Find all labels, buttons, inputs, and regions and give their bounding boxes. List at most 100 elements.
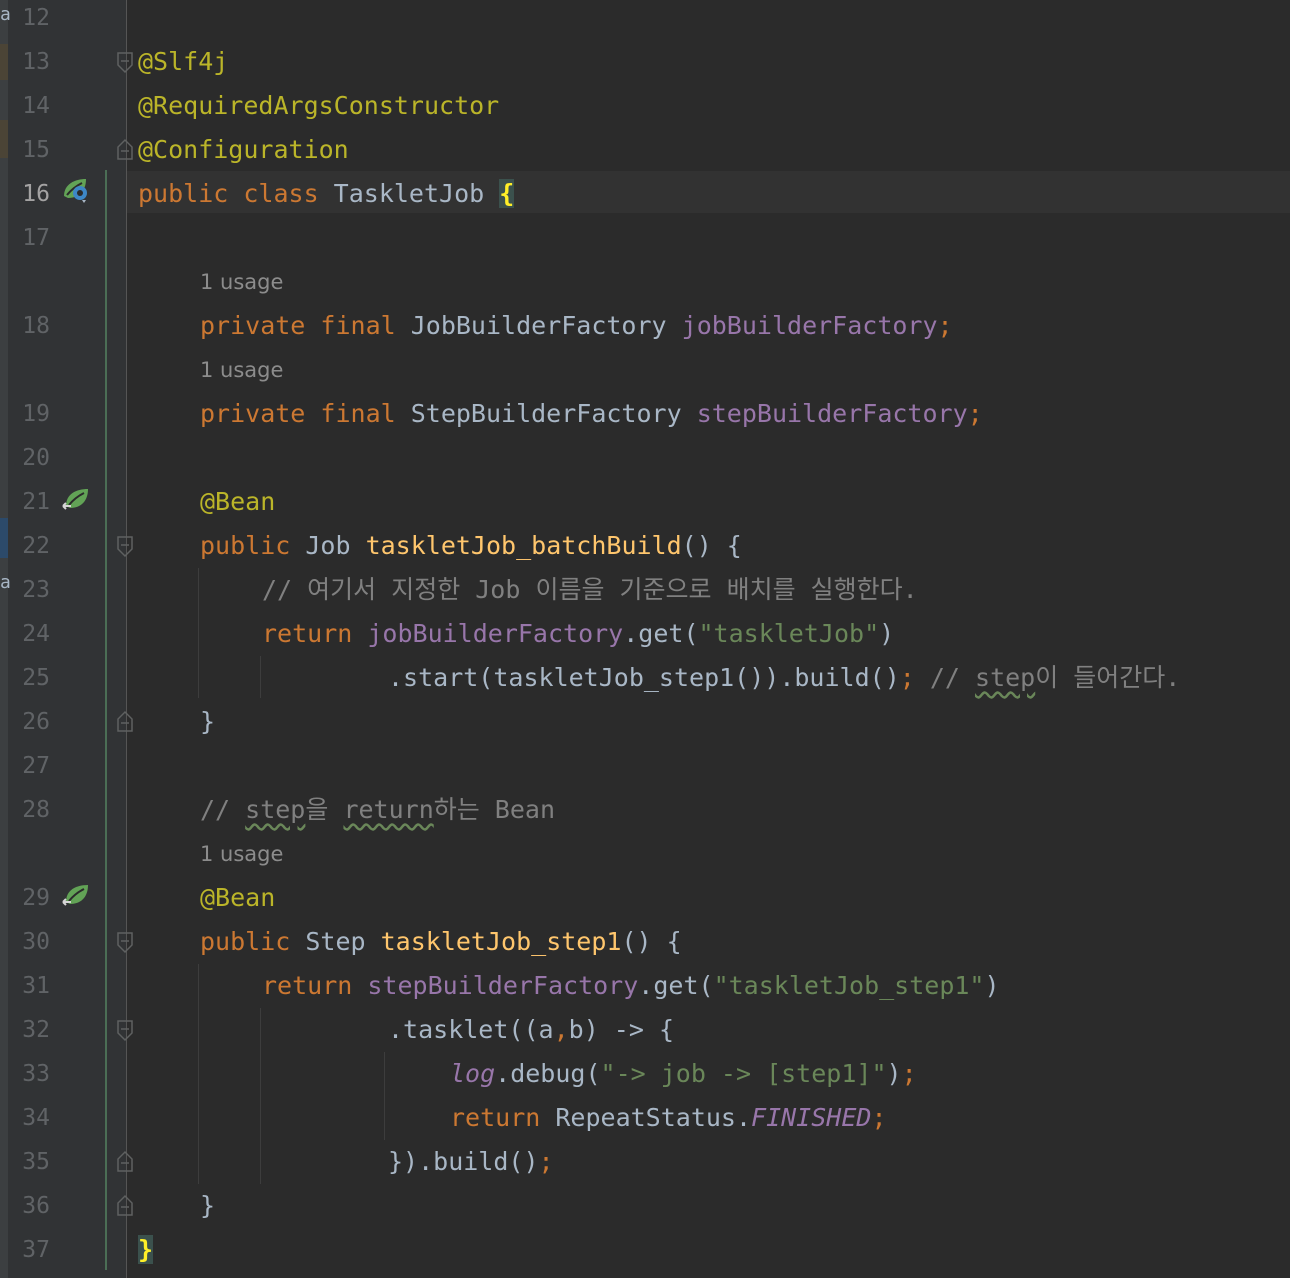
line-number[interactable]: 12 [10, 0, 50, 40]
line-number[interactable]: 23 [10, 568, 50, 612]
method-name: taskletJob_step1 [380, 927, 622, 956]
line-number[interactable]: 37 [10, 1228, 50, 1272]
line-number[interactable]: 29 [10, 876, 50, 920]
semicolon: ; [967, 399, 983, 428]
fold-open-icon[interactable] [117, 932, 133, 954]
spring-bean-icon[interactable] [61, 486, 91, 514]
line-number[interactable]: 33 [10, 1052, 50, 1096]
type-name: StepBuilderFactory [410, 399, 697, 428]
method-params: () { [621, 927, 682, 956]
line-number[interactable]: 35 [10, 1140, 50, 1184]
line-number[interactable]: 22 [10, 524, 50, 568]
line-number[interactable]: 36 [10, 1184, 50, 1228]
usage-hint[interactable]: 1 usage [200, 832, 283, 876]
line-number[interactable]: 28 [10, 788, 50, 832]
semicolon: ; [901, 1059, 917, 1088]
field-name: stepBuilderFactory [696, 399, 968, 428]
usage-hint[interactable]: 1 usage [200, 260, 283, 304]
indent-guide [260, 656, 261, 698]
paren: ) [879, 619, 895, 648]
paren: ) [984, 971, 1000, 1000]
code-comment[interactable]: // step을 return하는 Bean [200, 788, 555, 832]
return-statement[interactable]: return stepBuilderFactory.get("taskletJo… [262, 964, 1000, 1008]
fold-close-icon[interactable] [117, 138, 133, 160]
indent-guide [198, 568, 199, 698]
comma: , [553, 1015, 569, 1044]
class-declaration[interactable]: public class TaskletJob { [138, 172, 515, 216]
indent-guide [198, 964, 199, 1184]
fold-open-icon[interactable] [117, 1020, 133, 1042]
class-name: TaskletJob [333, 179, 500, 208]
method-declaration[interactable]: public Job taskletJob_batchBuild() { [200, 524, 742, 568]
paren: ) [886, 1059, 902, 1088]
line-number[interactable]: 21 [10, 480, 50, 524]
line-number[interactable]: 14 [10, 84, 50, 128]
line-number[interactable]: 24 [10, 612, 50, 656]
side-panel-fragment: a [0, 572, 10, 593]
line-number[interactable]: 30 [10, 920, 50, 964]
line-number[interactable]: 17 [10, 216, 50, 260]
line-number[interactable]: 18 [10, 304, 50, 348]
line-number[interactable]: 15 [10, 128, 50, 172]
line-number[interactable]: 25 [10, 656, 50, 700]
line-number[interactable]: 13 [10, 40, 50, 84]
spring-bean-icon[interactable] [61, 882, 91, 910]
field-name: jobBuilderFactory [681, 311, 938, 340]
typo-highlight: return [343, 795, 434, 824]
closing-brace[interactable]: } [200, 1184, 215, 1228]
closing-brace[interactable]: } [138, 1228, 154, 1272]
closing-brace[interactable]: } [200, 700, 215, 744]
line-number[interactable]: 31 [10, 964, 50, 1008]
build-call[interactable]: }).build(); [388, 1140, 554, 1184]
matched-brace: { [499, 179, 515, 208]
keyword: return [450, 1103, 556, 1132]
typo-highlight: step [245, 795, 306, 824]
line-number-current[interactable]: 16 [10, 172, 50, 216]
line-number[interactable]: 27 [10, 744, 50, 788]
field-name: jobBuilderFactory [367, 619, 624, 648]
semicolon: ; [937, 311, 953, 340]
fold-close-icon[interactable] [117, 1194, 133, 1216]
line-number[interactable]: 32 [10, 1008, 50, 1052]
line-number[interactable]: 20 [10, 436, 50, 480]
log-statement[interactable]: log.debug("-> job -> [step1]"); [450, 1052, 917, 1096]
fold-open-icon[interactable] [117, 52, 133, 74]
line-number[interactable]: 19 [10, 392, 50, 436]
field-declaration[interactable]: private final JobBuilderFactory jobBuild… [200, 304, 953, 348]
comment-text: 을 [305, 795, 344, 824]
change-marker [0, 120, 8, 158]
return-statement[interactable]: return RepeatStatus.FINISHED; [450, 1096, 887, 1140]
annotation-configuration[interactable]: @Configuration [138, 128, 349, 172]
tasklet-call[interactable]: .tasklet((a,b) -> { [388, 1008, 674, 1052]
semicolon: ; [871, 1103, 887, 1132]
line-number[interactable]: 26 [10, 700, 50, 744]
method-call: .debug( [495, 1059, 601, 1088]
call-chain: }).build() [388, 1147, 539, 1176]
spring-config-icon[interactable] [61, 176, 91, 204]
matched-brace: } [138, 1235, 154, 1264]
type-name: Job [305, 531, 366, 560]
fold-close-icon[interactable] [117, 1150, 133, 1172]
usage-hint[interactable]: 1 usage [200, 348, 283, 392]
semicolon: ; [538, 1147, 554, 1176]
annotation-bean[interactable]: @Bean [200, 480, 275, 524]
return-statement[interactable]: return jobBuilderFactory.get("taskletJob… [262, 612, 894, 656]
method-call: .get( [638, 971, 714, 1000]
code-comment[interactable]: // 여기서 지정한 Job 이름을 기준으로 배치를 실행한다. [262, 568, 918, 612]
method-name: taskletJob_batchBuild [365, 531, 682, 560]
call-chain: .start(taskletJob_step1()).build() [388, 663, 900, 692]
log-field: log [450, 1059, 496, 1088]
keyword: private final [200, 399, 411, 428]
fold-open-icon[interactable] [117, 536, 133, 558]
keyword: public class [138, 179, 334, 208]
gutter-edge [0, 0, 8, 1278]
method-declaration[interactable]: public Step taskletJob_step1() { [200, 920, 682, 964]
fold-close-icon[interactable] [117, 710, 133, 732]
vcs-change-bar [105, 170, 107, 1270]
annotation-bean[interactable]: @Bean [200, 876, 275, 920]
annotation-required-args-constructor[interactable]: @RequiredArgsConstructor [138, 84, 499, 128]
line-number[interactable]: 34 [10, 1096, 50, 1140]
annotation-slf4j[interactable]: @Slf4j [138, 40, 228, 84]
chained-call[interactable]: .start(taskletJob_step1()).build(); // s… [388, 656, 1180, 700]
field-declaration[interactable]: private final StepBuilderFactory stepBui… [200, 392, 983, 436]
